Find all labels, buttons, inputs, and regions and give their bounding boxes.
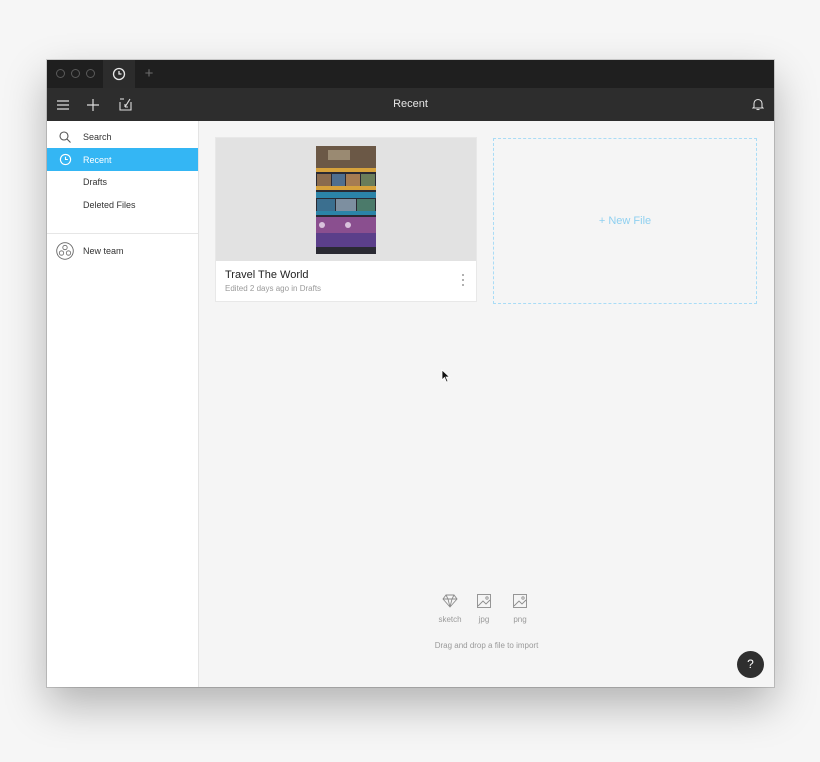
menu-button[interactable] (55, 88, 71, 121)
image-icon (477, 594, 491, 608)
sidebar-item-label: Drafts (83, 176, 108, 187)
file-thumbnail (216, 138, 476, 261)
travel-app-preview-image (316, 146, 376, 254)
plus-icon (87, 98, 99, 111)
new-tab-button[interactable]: + (139, 60, 159, 88)
hamburger-icon (57, 99, 69, 110)
import-type-label: jpg (478, 615, 490, 624)
sidebar-item-label: New team (83, 246, 124, 256)
clock-icon (112, 67, 126, 81)
sidebar-item-label: Search (83, 131, 112, 142)
team-icon (47, 242, 83, 260)
clock-icon (47, 153, 83, 166)
import-type-label: sketch (438, 615, 462, 624)
page-title: Recent (393, 98, 428, 110)
sidebar-divider (47, 233, 198, 234)
file-card[interactable]: Travel The World Edited 2 days ago in Dr… (216, 138, 476, 301)
import-formats: sketch jpg png (437, 594, 537, 626)
file-meta: Edited 2 days ago in Drafts (225, 284, 322, 293)
title-bar: + (47, 60, 774, 88)
sidebar-item-new-team[interactable]: New team (47, 239, 198, 263)
help-button[interactable]: ? (737, 651, 764, 678)
import-button[interactable] (117, 88, 133, 121)
new-file-button[interactable]: + New File (493, 138, 757, 304)
close-window-button[interactable] (56, 69, 65, 78)
add-button[interactable] (85, 88, 101, 121)
sidebar: Search Recent Drafts Deleted Files New t… (47, 121, 199, 687)
import-type-jpg: jpg (471, 594, 497, 624)
import-type-sketch: sketch (437, 594, 463, 624)
minimize-window-button[interactable] (71, 69, 80, 78)
more-options-button[interactable] (456, 272, 470, 288)
maximize-window-button[interactable] (86, 69, 95, 78)
notifications-button[interactable] (750, 88, 766, 121)
tab-recent[interactable] (103, 60, 135, 88)
search-icon (47, 130, 83, 143)
sketch-diamond-icon (442, 594, 458, 608)
app-window: + Recent Search Recent Drafts Deleted Fi… (47, 60, 774, 687)
sidebar-item-recent[interactable]: Recent (47, 148, 198, 171)
import-file-icon (118, 98, 132, 111)
bell-icon (752, 98, 764, 111)
import-type-png: png (507, 594, 533, 624)
toolbar: Recent (47, 88, 774, 121)
sidebar-item-deleted-files[interactable]: Deleted Files (47, 193, 198, 216)
file-name: Travel The World (225, 269, 309, 281)
sidebar-item-search[interactable]: Search (47, 125, 198, 148)
sidebar-item-label: Deleted Files (83, 199, 136, 210)
drop-hint: Drag and drop a file to import (434, 641, 539, 650)
import-type-label: png (513, 615, 527, 624)
image-icon (513, 594, 527, 608)
main-content: Travel The World Edited 2 days ago in Dr… (199, 121, 774, 687)
mouse-cursor-icon (441, 369, 451, 388)
sidebar-item-drafts[interactable]: Drafts (47, 170, 198, 193)
sidebar-item-label: Recent (83, 154, 112, 165)
new-file-label: + New File (598, 215, 652, 227)
kebab-menu-icon (462, 274, 464, 286)
